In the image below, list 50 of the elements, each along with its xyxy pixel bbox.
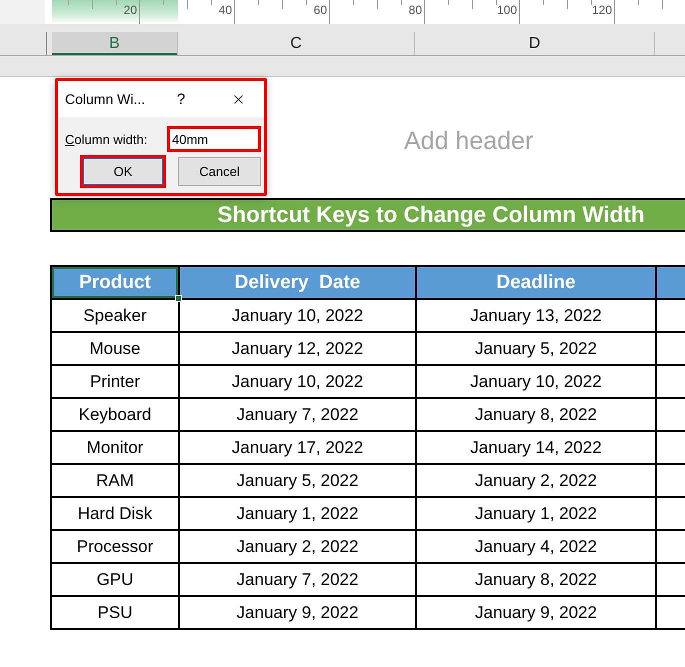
ruler-number: 20 [124, 4, 137, 17]
table-cell: Monitor [51, 431, 179, 464]
table-cell: January 5, 2022 [179, 464, 416, 497]
cancel-button[interactable]: Cancel [178, 157, 261, 186]
table-cell: PSU [51, 596, 179, 629]
table-cell: January 7, 2022 [179, 398, 416, 431]
ruler-number: 100 [496, 4, 517, 17]
table-cell: January 9, 2022 [416, 596, 656, 629]
ruler-number: 80 [408, 4, 422, 17]
dialog-title: Column Wi... [65, 91, 146, 107]
ok-button[interactable]: OK [80, 155, 166, 188]
table-cell: January 17, 2022 [179, 431, 416, 464]
fill-handle-icon[interactable] [175, 295, 182, 302]
column-header[interactable]: D [415, 32, 655, 55]
table-cell: Processor [51, 530, 179, 563]
table-cell: GPU [51, 563, 179, 596]
table-cell: January 10, 2022 [179, 365, 416, 398]
table-cell: January 12, 2022 [179, 332, 416, 365]
table-cell: Keyboard [51, 398, 179, 431]
ruler-number: 60 [314, 4, 327, 17]
column-heading: Deadline [416, 266, 656, 299]
ruler-number: 120 [592, 4, 612, 17]
table-cell: Printer [51, 365, 179, 398]
table-cell: January 5, 2022 [416, 332, 656, 365]
column-heading: Delivery Date [179, 266, 416, 299]
title-banner: Shortcut Keys to Change Column Width [50, 198, 685, 232]
input-field[interactable]: 40mm [167, 126, 261, 152]
ruler-number: 40 [218, 4, 232, 17]
table-cell: January 7, 2022 [179, 563, 416, 596]
table-cell: January 9, 2022 [179, 596, 416, 629]
table-cell: January 2, 2022 [416, 464, 656, 497]
table-cell: January 8, 2022 [416, 398, 656, 431]
table-cell: Speaker [51, 299, 179, 332]
table-cell: January 1, 2022 [179, 497, 416, 530]
table-cell: Hard Disk [51, 497, 179, 530]
column-heading: Product [51, 266, 179, 299]
column-header[interactable]: C [178, 32, 415, 55]
table-cell: January 14, 2022 [416, 431, 656, 464]
help-button[interactable]: ? [166, 84, 196, 114]
table-cell: January 2, 2022 [179, 530, 416, 563]
table-cell: RAM [51, 464, 179, 497]
table-cell: Mouse [51, 332, 179, 365]
table-cell: January 10, 2022 [416, 365, 656, 398]
table-cell: January 1, 2022 [416, 497, 656, 530]
table-cell: January 10, 2022 [179, 299, 416, 332]
column-header[interactable]: B [52, 32, 178, 55]
table-cell: January 13, 2022 [416, 299, 656, 332]
table-cell: January 8, 2022 [416, 563, 656, 596]
field-label: Column width: [65, 132, 148, 146]
table-cell: January 4, 2022 [416, 530, 656, 563]
